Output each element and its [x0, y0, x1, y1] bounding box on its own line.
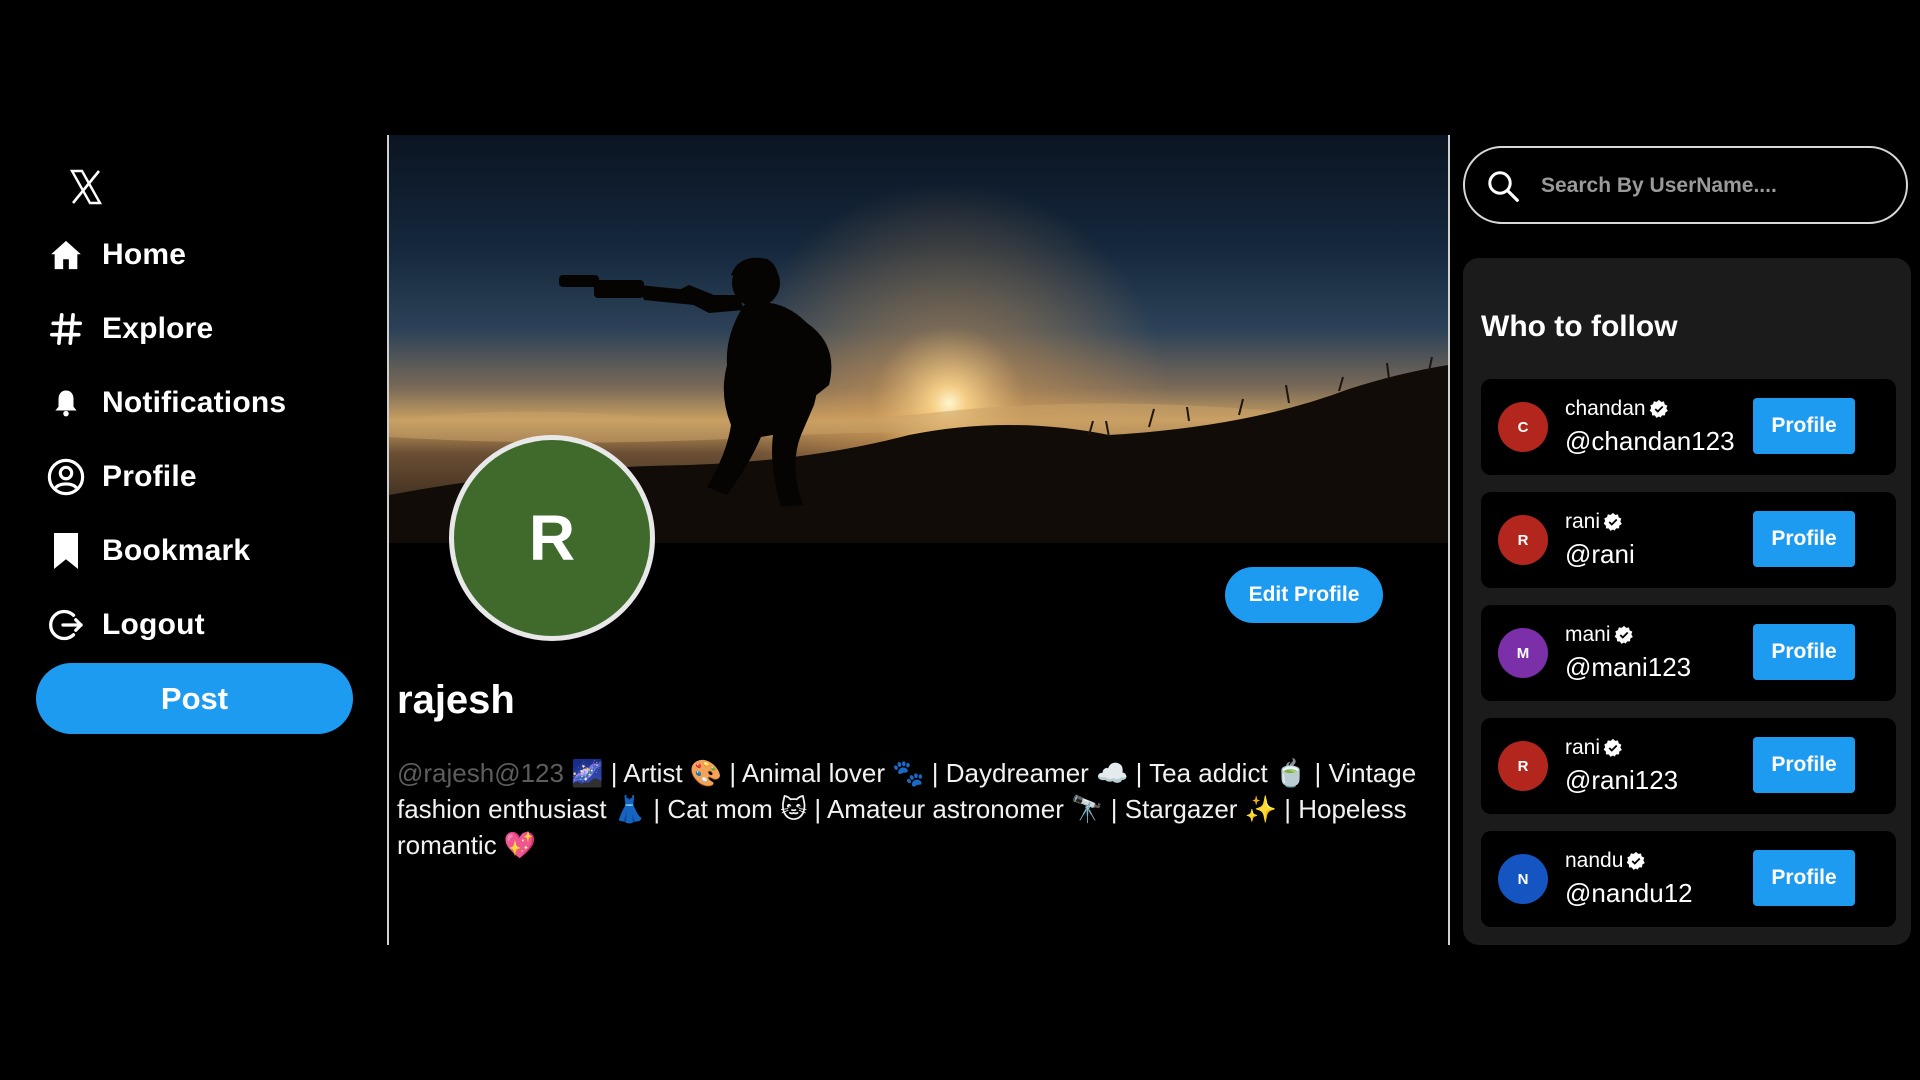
nav-label: Profile — [102, 460, 197, 493]
view-profile-button[interactable]: Profile — [1753, 737, 1855, 793]
view-profile-button[interactable]: Profile — [1753, 511, 1855, 567]
follow-card: R rani @rani123 Profile — [1481, 718, 1896, 814]
user-handle: @nandu12 — [1565, 878, 1693, 908]
nav-profile[interactable]: Profile — [46, 449, 197, 505]
post-button[interactable]: Post — [36, 663, 353, 734]
user-circle-icon — [46, 457, 86, 497]
nav-logout[interactable]: Logout — [46, 597, 205, 653]
user-avatar: R — [1498, 515, 1548, 565]
follow-card: R rani @rani Profile — [1481, 492, 1896, 588]
nav-label: Logout — [102, 608, 205, 641]
user-name: nandu — [1565, 849, 1646, 873]
user-handle: @rani — [1565, 539, 1635, 569]
profile-handle: @rajesh@123 — [397, 758, 564, 788]
user-name: mani — [1565, 623, 1634, 647]
edit-profile-button[interactable]: Edit Profile — [1225, 567, 1383, 623]
search-icon — [1485, 168, 1521, 204]
nav-label: Bookmark — [102, 534, 251, 567]
follow-card: M mani @mani123 Profile — [1481, 605, 1896, 701]
view-profile-button[interactable]: Profile — [1753, 850, 1855, 906]
nav-label: Explore — [102, 312, 214, 345]
nav-label: Home — [102, 238, 187, 271]
user-avatar: R — [1498, 741, 1548, 791]
who-to-follow-panel: Who to follow C chandan @chandan123 Prof… — [1463, 258, 1911, 945]
verified-badge-icon — [1603, 512, 1622, 531]
x-logo-icon[interactable] — [69, 169, 103, 205]
nav-bookmark[interactable]: Bookmark — [46, 523, 250, 579]
user-handle: @rani123 — [1565, 765, 1679, 795]
home-icon — [46, 235, 86, 275]
nav-home[interactable]: Home — [46, 227, 186, 283]
user-name: chandan — [1565, 397, 1669, 421]
nav-notifications[interactable]: Notifications — [46, 375, 286, 431]
search-input[interactable] — [1539, 162, 1893, 210]
search-box — [1463, 146, 1908, 224]
bookmark-icon — [46, 531, 86, 571]
user-name: rani — [1565, 736, 1623, 760]
profile-bio: @rajesh@123 🌌 | Artist 🎨 | Animal lover … — [397, 755, 1447, 863]
follow-card: C chandan @chandan123 Profile — [1481, 379, 1896, 475]
bell-icon — [46, 383, 86, 423]
hashtag-icon — [46, 309, 86, 349]
logout-icon — [46, 605, 86, 645]
verified-badge-icon — [1614, 625, 1633, 644]
profile-column: R Edit Profile rajesh @rajesh@123 🌌 | Ar… — [387, 135, 1450, 945]
verified-badge-icon — [1649, 399, 1668, 418]
verified-badge-icon — [1627, 851, 1646, 870]
avatar-initial: R — [528, 502, 576, 574]
verified-badge-icon — [1603, 738, 1622, 757]
user-avatar: C — [1498, 402, 1548, 452]
profile-avatar: R — [449, 435, 655, 641]
view-profile-button[interactable]: Profile — [1753, 624, 1855, 680]
sidebar: Home Explore Notifications Profile Bookm… — [0, 135, 385, 945]
user-handle: @mani123 — [1565, 652, 1692, 682]
user-handle: @chandan123 — [1565, 426, 1735, 456]
nav-explore[interactable]: Explore — [46, 301, 213, 357]
user-avatar: N — [1498, 854, 1548, 904]
who-to-follow-title: Who to follow — [1481, 310, 1678, 343]
follow-card: N nandu @nandu12 Profile — [1481, 831, 1896, 927]
profile-display-name: rajesh — [397, 678, 515, 722]
user-avatar: M — [1498, 628, 1548, 678]
user-name: rani — [1565, 510, 1623, 534]
view-profile-button[interactable]: Profile — [1753, 398, 1855, 454]
nav-label: Notifications — [102, 386, 287, 419]
